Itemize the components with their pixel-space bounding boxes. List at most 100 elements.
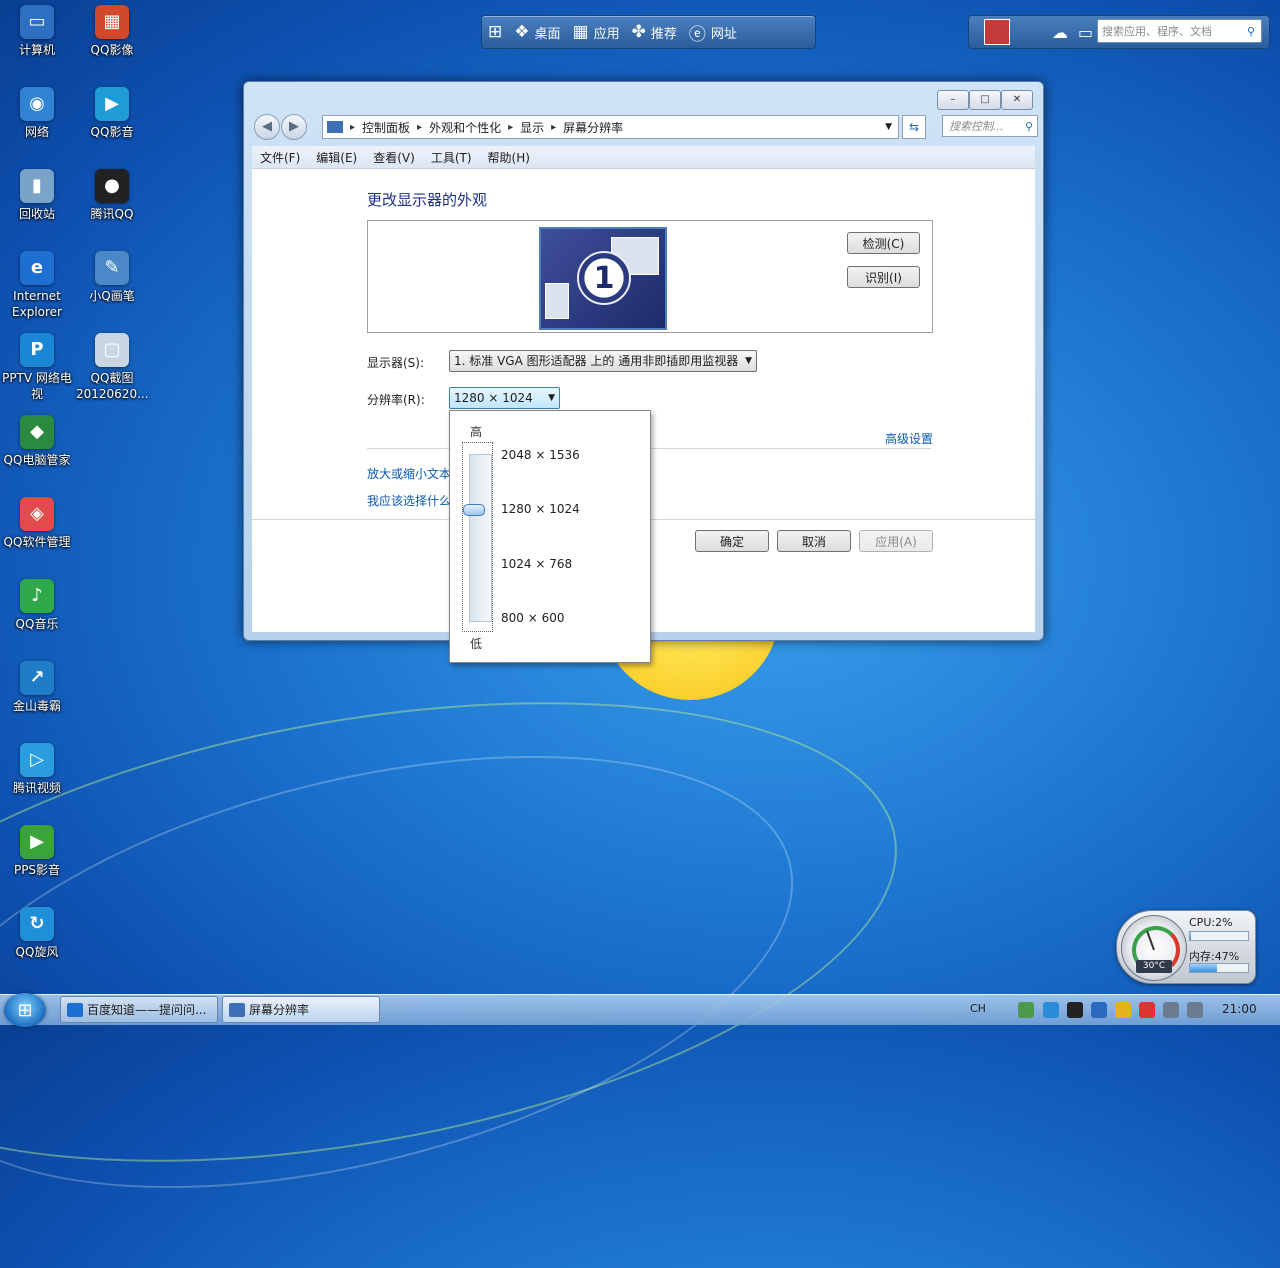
language-indicator[interactable]: CH	[970, 1002, 986, 1015]
tray-app-icon[interactable]	[1018, 1002, 1034, 1018]
maximize-button[interactable]: □	[969, 90, 1001, 110]
desktop-icon-13[interactable]: ♪ QQ音乐	[1, 579, 73, 632]
breadcrumb-item[interactable]: 屏幕分辨率	[563, 119, 623, 136]
identify-button[interactable]: 识别(I)	[847, 266, 920, 288]
resolution-option[interactable]: 800 × 600	[501, 611, 565, 625]
desktop-icon-9[interactable]: P PPTV 网络电视	[1, 333, 73, 402]
minimize-button[interactable]: –	[937, 90, 969, 110]
desktop-icon-label: PPS影音	[13, 863, 61, 877]
desktop-icon-14[interactable]: ↗ 金山毒霸	[1, 661, 73, 714]
desktop-icon-label: QQ电脑管家	[3, 453, 71, 467]
which-settings-link[interactable]: 我应该选择什么	[367, 492, 451, 509]
desktop-icon-6[interactable]: ● 腾讯QQ	[76, 169, 148, 222]
chevron-down-icon: ▼	[548, 393, 555, 403]
system-monitor-gadget[interactable]: 30°C CPU:2% 内存:47%	[1116, 910, 1256, 984]
desktop-icon-15[interactable]: ▷ 腾讯视频	[1, 743, 73, 796]
flag-icon[interactable]	[1139, 1002, 1155, 1018]
refresh-button[interactable]: ⇆	[902, 115, 926, 139]
tray-app-icon[interactable]	[1091, 1002, 1107, 1018]
address-bar[interactable]: ▸ 控制面板 ▸ 外观和个性化 ▸ 显示 ▸ 屏幕分辨率 ▼	[322, 115, 899, 139]
app-icon: ↻	[20, 907, 54, 941]
address-dropdown-icon[interactable]: ▼	[885, 122, 892, 132]
windows-logo-icon[interactable]: ⊞	[482, 22, 508, 42]
topbar-item-recommend[interactable]: ✤ 推荐	[626, 22, 683, 42]
menu-view[interactable]: 查看(V)	[365, 149, 423, 166]
menu-help[interactable]: 帮助(H)	[480, 149, 538, 166]
desktop-icon-11[interactable]: ◆ QQ电脑管家	[1, 415, 73, 468]
search-icon[interactable]: ⚲	[1025, 116, 1033, 138]
topbar-item-urls[interactable]: ⓔ 网址	[683, 20, 743, 45]
desktop-icon-1[interactable]: ▭ 计算机	[1, 5, 73, 58]
resolution-option[interactable]: 2048 × 1536	[501, 448, 580, 462]
breadcrumb-item[interactable]: 控制面板	[362, 119, 410, 136]
start-button[interactable]: ⊞	[4, 993, 46, 1027]
clock[interactable]: 21:00	[1222, 1002, 1257, 1016]
app-icon: ▢	[95, 333, 129, 367]
breadcrumb-item[interactable]: 显示	[520, 119, 544, 136]
topbar-item-desktop[interactable]: ❖ 桌面	[508, 22, 566, 42]
close-button[interactable]: ✕	[1001, 90, 1033, 110]
desktop-icon-4[interactable]: ▶ QQ影音	[76, 87, 148, 140]
apply-button[interactable]: 应用(A)	[859, 530, 933, 552]
app-icon: P	[20, 333, 54, 367]
desktop-icon-10[interactable]: ▢ QQ截图 20120620...	[76, 333, 149, 402]
gift-icon: ✤	[631, 22, 646, 42]
menu-file[interactable]: 文件(F)	[252, 149, 308, 166]
text-size-link[interactable]: 放大或缩小文本	[367, 465, 451, 482]
memory-bar-fill	[1190, 964, 1218, 972]
windows-logo-icon: ⊞	[17, 999, 33, 1021]
app-icon: ▦	[95, 5, 129, 39]
desktop-icon-label: QQ影音	[90, 125, 134, 139]
top-search-input[interactable]: 搜索应用、程序、文档 ⚲	[1097, 19, 1262, 43]
weather-icon[interactable]: ☁	[1052, 23, 1068, 42]
network-icon[interactable]	[1163, 1002, 1179, 1018]
volume-icon[interactable]	[1187, 1002, 1203, 1018]
forward-button[interactable]: ▶	[281, 114, 307, 140]
resolution-option[interactable]: 1024 × 768	[501, 557, 572, 571]
taskbar-item-browser[interactable]: 百度知道——提问问...	[60, 996, 218, 1023]
menu-bar: 文件(F) 编辑(E) 查看(V) 工具(T) 帮助(H)	[252, 146, 1035, 169]
app-icon: ▶	[20, 825, 54, 859]
avatar[interactable]	[984, 19, 1010, 45]
resolution-slider-track[interactable]	[469, 454, 492, 622]
display-select[interactable]: 1. 标准 VGA 图形适配器 上的 通用非即插即用监视器 ▼	[449, 350, 757, 372]
detect-button[interactable]: 检测(C)	[847, 232, 920, 254]
desktop-icon-5[interactable]: ▮ 回收站	[1, 169, 73, 222]
desktop-icon-3[interactable]: ◉ 网络	[1, 87, 73, 140]
ie-icon: ⓔ	[688, 24, 706, 45]
menu-tools[interactable]: 工具(T)	[423, 149, 480, 166]
advanced-settings-link[interactable]: 高级设置	[885, 430, 933, 447]
tv-icon[interactable]: ▭	[1078, 23, 1093, 42]
tray-app-icon[interactable]	[1043, 1002, 1059, 1018]
desktop-icon-16[interactable]: ▶ PPS影音	[1, 825, 73, 878]
app-icon: ◆	[20, 415, 54, 449]
resolution-dropdown: 高 低 2048 × 1536 1280 × 1024 1024 × 768 8…	[449, 410, 651, 663]
desktop-icon-12[interactable]: ◈ QQ软件管理	[1, 497, 73, 550]
shield-icon[interactable]	[1115, 1002, 1131, 1018]
memory-label: 内存:47%	[1189, 950, 1240, 963]
desktop-icon-2[interactable]: ▦ QQ影像	[76, 5, 148, 58]
resolution-option[interactable]: 1280 × 1024	[501, 502, 580, 516]
desktop-icon-label: 计算机	[18, 43, 55, 57]
cancel-button[interactable]: 取消	[777, 530, 851, 552]
app-icon: e	[20, 251, 54, 285]
desktop-icon-label: QQ旋风	[15, 945, 59, 959]
back-button[interactable]: ◀	[254, 114, 280, 140]
menu-edit[interactable]: 编辑(E)	[308, 149, 365, 166]
topbar-item-apps[interactable]: ▦ 应用	[567, 22, 626, 42]
resolution-select[interactable]: 1280 × 1024 ▼	[449, 387, 560, 409]
app-icon: ●	[95, 169, 129, 203]
control-panel-search-input[interactable]: 搜索控制... ⚲	[942, 115, 1038, 137]
search-icon[interactable]: ⚲	[1247, 20, 1255, 44]
desktop-icon-7[interactable]: e Internet Explorer	[1, 251, 73, 320]
ok-button[interactable]: 确定	[695, 530, 769, 552]
monitor-thumbnail[interactable]: 1	[539, 227, 667, 330]
desktop-icon-label: QQ截图 20120620...	[76, 371, 149, 401]
desktop-icon-8[interactable]: ✎ 小Q画笔	[76, 251, 148, 304]
qq-tray-icon[interactable]	[1067, 1002, 1083, 1018]
taskbar-item-screen-resolution[interactable]: 屏幕分辨率	[222, 996, 380, 1023]
breadcrumb-item[interactable]: 外观和个性化	[429, 119, 501, 136]
desktop-icon-17[interactable]: ↻ QQ旋风	[1, 907, 73, 960]
monitor-number: 1	[577, 251, 631, 305]
resolution-slider-thumb[interactable]	[463, 504, 485, 516]
